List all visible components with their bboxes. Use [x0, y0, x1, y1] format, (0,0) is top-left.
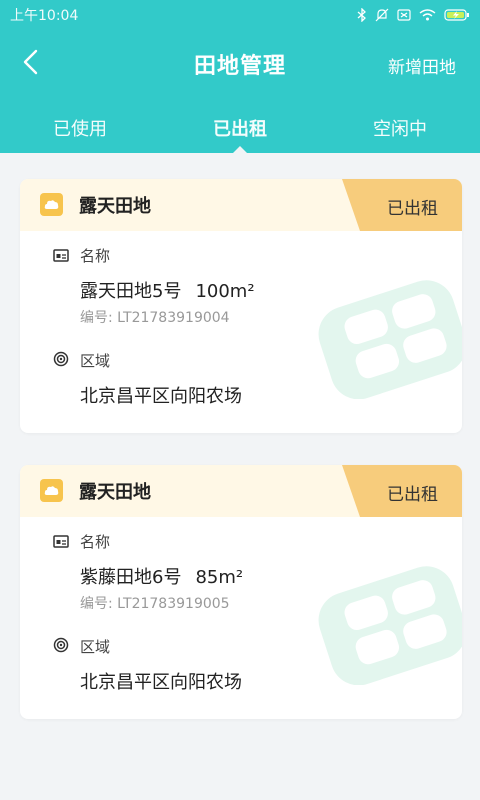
nav-bar: 田地管理 新增田地 [0, 30, 480, 96]
field-name: 露天田地5号 [80, 281, 182, 302]
field-type: 露天田地 [79, 482, 151, 503]
field-type: 露天田地 [79, 196, 151, 217]
status-badge-label: 已出租 [387, 199, 438, 219]
mute-icon [375, 8, 389, 22]
target-icon [53, 351, 69, 367]
field-watermark-icon [318, 280, 462, 399]
field-card[interactable]: 露天田地 已出租 名称 紫藤田地6号 85m² 编号: LT21783919005… [20, 465, 462, 719]
status-icons [357, 8, 470, 22]
status-bar: 上午10:04 [0, 0, 480, 30]
tab-bar: 已使用 已出租 空闲中 [0, 100, 480, 153]
cloud-icon [40, 193, 63, 216]
target-icon [53, 637, 69, 653]
status-badge: 已出租 [342, 179, 462, 231]
field-area: 85m² [195, 567, 244, 588]
bluetooth-icon [357, 8, 367, 22]
card-header: 露天田地 已出租 [20, 465, 462, 517]
field-area: 100m² [195, 281, 255, 302]
status-badge: 已出租 [342, 465, 462, 517]
wifi-icon [419, 9, 436, 21]
name-label: 名称 [80, 533, 111, 551]
cloud-icon [40, 479, 63, 502]
field-region: 北京昌平区向阳农场 [80, 386, 242, 407]
field-region: 北京昌平区向阳农场 [80, 672, 242, 693]
region-label: 区域 [80, 638, 111, 656]
field-code: 编号: LT21783919005 [80, 596, 230, 612]
field-name-row: 露天田地5号 100m² [80, 277, 255, 303]
name-label: 名称 [80, 247, 111, 265]
status-time: 上午10:04 [10, 8, 79, 24]
field-name-row: 紫藤田地6号 85m² [80, 563, 243, 589]
field-watermark-icon [318, 566, 462, 685]
battery-charging-icon [444, 9, 470, 21]
status-badge-label: 已出租 [387, 485, 438, 505]
id-card-icon [53, 247, 69, 263]
field-card[interactable]: 露天田地 已出租 名称 露天田地5号 100m² 编号: LT2178391900… [20, 179, 462, 433]
region-label: 区域 [80, 352, 111, 370]
tab-rented[interactable]: 已出租 [160, 100, 320, 153]
sim-icon [397, 9, 411, 21]
tab-in-use[interactable]: 已使用 [0, 100, 160, 153]
field-code: 编号: LT21783919004 [80, 310, 230, 326]
tab-idle[interactable]: 空闲中 [320, 100, 480, 153]
card-header: 露天田地 已出租 [20, 179, 462, 231]
field-name: 紫藤田地6号 [80, 567, 182, 588]
id-card-icon [53, 533, 69, 549]
app-header: 上午10:04 田地管理 新增田地 已使用 已出租 空闲中 [0, 0, 480, 153]
add-field-button[interactable]: 新增田地 [388, 53, 456, 78]
